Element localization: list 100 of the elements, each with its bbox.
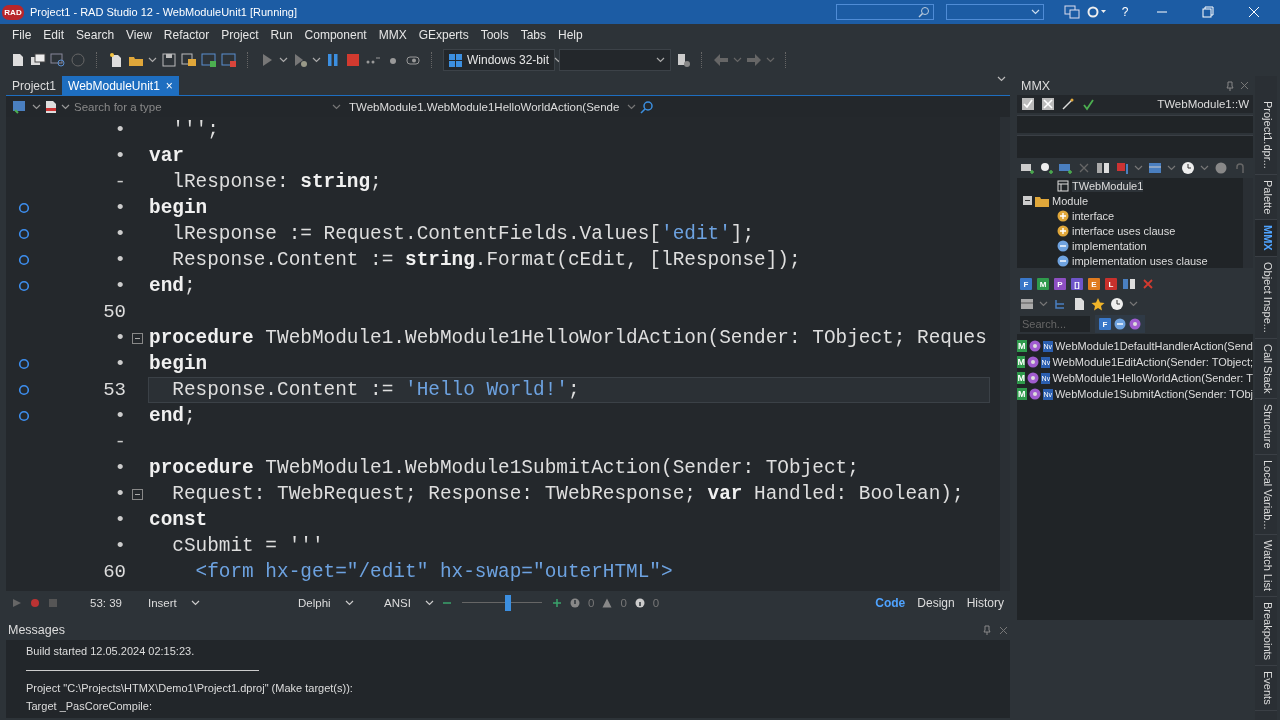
breakpoint-marker-icon[interactable] xyxy=(18,358,30,370)
method-dropdown[interactable]: TWebModule1.WebModule1HelloWorldAction(Sende xyxy=(345,100,624,113)
menu-item[interactable]: GExperts xyxy=(412,28,475,42)
menu-item[interactable]: View xyxy=(120,28,158,42)
tree-item[interactable]: implementation uses clause xyxy=(1072,254,1208,267)
star-icon[interactable] xyxy=(1091,297,1105,311)
side-tab[interactable]: Project1.dpr... xyxy=(1255,96,1277,175)
window-search-icon[interactable] xyxy=(50,52,66,68)
zoom-in-icon[interactable] xyxy=(552,598,562,608)
breakpoint-marker-icon[interactable] xyxy=(18,202,30,214)
structure-icon[interactable] xyxy=(12,99,28,114)
member-item[interactable]: WebModule1EditAction(Sender: TObject; xyxy=(1052,356,1253,368)
collapse-icon[interactable] xyxy=(131,332,143,344)
view-tab[interactable]: Design xyxy=(911,596,961,610)
pin-icon[interactable] xyxy=(983,625,991,635)
add-item-icon[interactable] xyxy=(1058,161,1072,175)
spell-check-icon[interactable] xyxy=(1081,97,1095,111)
add-member-button[interactable]: L xyxy=(1105,278,1117,290)
view-tab[interactable]: Code xyxy=(869,596,912,610)
breakpoint-marker-icon[interactable] xyxy=(18,228,30,240)
magic-wand-icon[interactable] xyxy=(1061,97,1075,111)
add-class-icon[interactable] xyxy=(1020,161,1034,175)
menu-item[interactable]: Search xyxy=(70,28,121,42)
side-tab[interactable]: Object Inspe... xyxy=(1255,256,1277,339)
side-tab[interactable]: Events xyxy=(1255,666,1277,712)
close-icon[interactable] xyxy=(999,625,1008,635)
tree-item[interactable]: TWebModule1 xyxy=(1072,179,1144,192)
delete-icon[interactable] xyxy=(1141,277,1155,291)
gear-icon[interactable] xyxy=(1086,5,1108,19)
grid-icon[interactable] xyxy=(1148,161,1162,175)
save-all-icon[interactable] xyxy=(181,52,197,68)
menu-item[interactable]: Help xyxy=(552,28,589,42)
hierarchy-icon[interactable] xyxy=(1053,297,1067,311)
encoding-dropdown[interactable]: ANSI xyxy=(384,597,434,609)
add-form-icon[interactable] xyxy=(201,52,217,68)
sort-icon[interactable] xyxy=(1115,161,1129,175)
stop-icon[interactable] xyxy=(345,52,361,68)
language-dropdown[interactable]: Delphi xyxy=(298,597,350,609)
member-item[interactable]: WebModule1DefaultHandlerAction(Send xyxy=(1055,340,1253,352)
tree-item[interactable]: Module xyxy=(1052,194,1089,207)
clock-icon[interactable] xyxy=(1110,297,1124,311)
side-tab[interactable]: Call Stack xyxy=(1255,338,1277,400)
add-node-icon[interactable] xyxy=(1039,161,1053,175)
text-field[interactable] xyxy=(1017,135,1253,158)
tree-item[interactable]: implementation xyxy=(1072,239,1147,252)
windows-icon[interactable] xyxy=(30,52,46,68)
run-without-debug-icon[interactable] xyxy=(292,52,308,68)
remove-form-icon[interactable] xyxy=(221,52,237,68)
side-tab[interactable]: Structure xyxy=(1255,399,1277,455)
desktop-layout-icon[interactable] xyxy=(1064,5,1080,19)
collapse-icon[interactable] xyxy=(1023,196,1032,205)
unit-file-icon[interactable] xyxy=(45,99,57,114)
pause-icon[interactable] xyxy=(325,52,341,68)
breakpoint-marker-icon[interactable] xyxy=(18,280,30,292)
menu-item[interactable]: Refactor xyxy=(157,28,216,42)
insert-mode-dropdown[interactable]: Insert xyxy=(148,597,238,609)
search-icon[interactable] xyxy=(640,99,655,114)
add-member-button[interactable]: [] xyxy=(1071,278,1083,290)
minus-circle-icon[interactable] xyxy=(1114,318,1126,330)
close-icon[interactable] xyxy=(1240,81,1249,90)
text-field[interactable] xyxy=(1017,115,1253,133)
editor-tab[interactable]: WebModuleUnit1 × xyxy=(62,76,179,95)
document-icon[interactable] xyxy=(1072,297,1086,311)
save-icon[interactable] xyxy=(161,52,177,68)
side-tab[interactable]: MMX xyxy=(1255,220,1277,257)
menu-item[interactable]: File xyxy=(6,28,38,42)
breakpoint-marker-icon[interactable] xyxy=(18,254,30,266)
type-search-field[interactable]: Search for a type xyxy=(74,100,328,113)
checkbox-checked-icon[interactable] xyxy=(1021,97,1035,111)
menu-item[interactable]: Project xyxy=(215,28,265,42)
close-tab-button[interactable]: × xyxy=(165,78,173,93)
clock-icon[interactable] xyxy=(1181,161,1195,175)
side-tab[interactable]: Breakpoints xyxy=(1255,597,1277,667)
tree-item[interactable]: interface uses clause xyxy=(1072,224,1176,237)
columns-icon[interactable] xyxy=(1122,277,1136,291)
grid-icon[interactable] xyxy=(1020,297,1034,311)
menu-item[interactable]: Edit xyxy=(37,28,71,42)
add-member-button[interactable]: P xyxy=(1054,278,1066,290)
collapse-icon[interactable] xyxy=(131,488,143,500)
new-file-icon[interactable] xyxy=(108,52,124,68)
search-field[interactable] xyxy=(836,4,934,20)
filter-toggle[interactable]: F xyxy=(1099,318,1111,330)
menu-item[interactable]: Tools xyxy=(474,28,515,42)
member-item[interactable]: WebModule1SubmitAction(Sender: TObj xyxy=(1054,388,1253,400)
side-tab[interactable]: Watch List xyxy=(1255,535,1277,598)
file-icon[interactable] xyxy=(10,52,26,68)
menu-item[interactable]: MMX xyxy=(372,28,413,42)
checkbox-cross-icon[interactable] xyxy=(1041,97,1055,111)
member-item[interactable]: WebModule1HelloWorldAction(Sender: T xyxy=(1052,372,1253,384)
published-icon[interactable] xyxy=(1129,318,1141,330)
menu-item[interactable]: Component xyxy=(298,28,373,42)
pin-icon[interactable] xyxy=(1226,80,1234,91)
menu-item[interactable]: Run xyxy=(264,28,299,42)
view-tab[interactable]: History xyxy=(960,596,1010,610)
side-tab[interactable]: Local Variab... xyxy=(1255,454,1277,536)
help-button[interactable]: ? xyxy=(1114,5,1136,19)
device-icon[interactable] xyxy=(675,52,691,68)
editor-tab[interactable]: Project1 xyxy=(6,76,63,95)
tree-item[interactable]: interface xyxy=(1072,209,1115,222)
add-member-button[interactable]: M xyxy=(1037,278,1049,290)
